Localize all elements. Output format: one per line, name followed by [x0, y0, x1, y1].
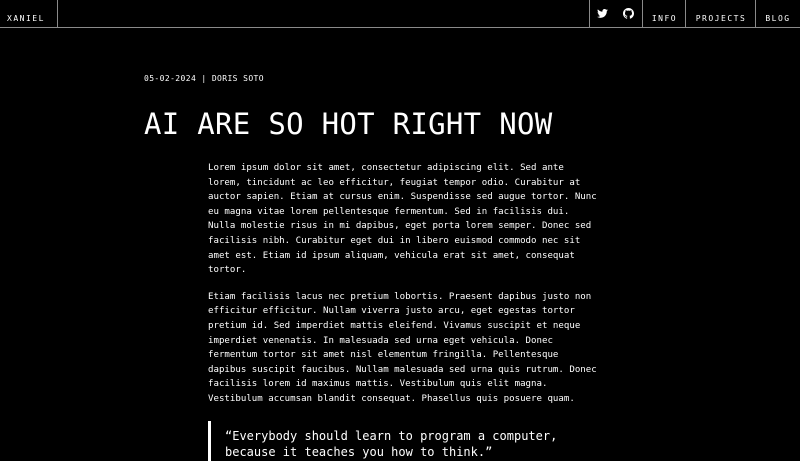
post-blockquote: “Everybody should learn to program a com… — [208, 421, 600, 461]
post-meta: 05-02-2024 | DORIS SOTO — [144, 74, 264, 83]
nav-blog[interactable]: BLOG — [755, 0, 800, 27]
post-paragraph-1: Lorem ipsum dolor sit amet, consectetur … — [208, 163, 597, 276]
top-navigation-bar: XANIEL INFO PROJECTS BLOG — [0, 0, 800, 28]
post-body: Lorem ipsum dolor sit amet, consectetur … — [208, 161, 600, 419]
post-paragraph-2: Etiam facilisis lacus nec pretium lobort… — [208, 291, 597, 404]
twitter-icon — [597, 9, 608, 18]
nav-projects[interactable]: PROJECTS — [685, 0, 756, 27]
nav-info[interactable]: INFO — [642, 0, 686, 27]
github-icon — [622, 8, 634, 19]
site-brand-link[interactable]: XANIEL — [0, 0, 58, 27]
post-title: AI ARE SO HOT RIGHT NOW — [144, 107, 553, 141]
github-link[interactable] — [615, 0, 641, 27]
twitter-link[interactable] — [589, 0, 615, 27]
